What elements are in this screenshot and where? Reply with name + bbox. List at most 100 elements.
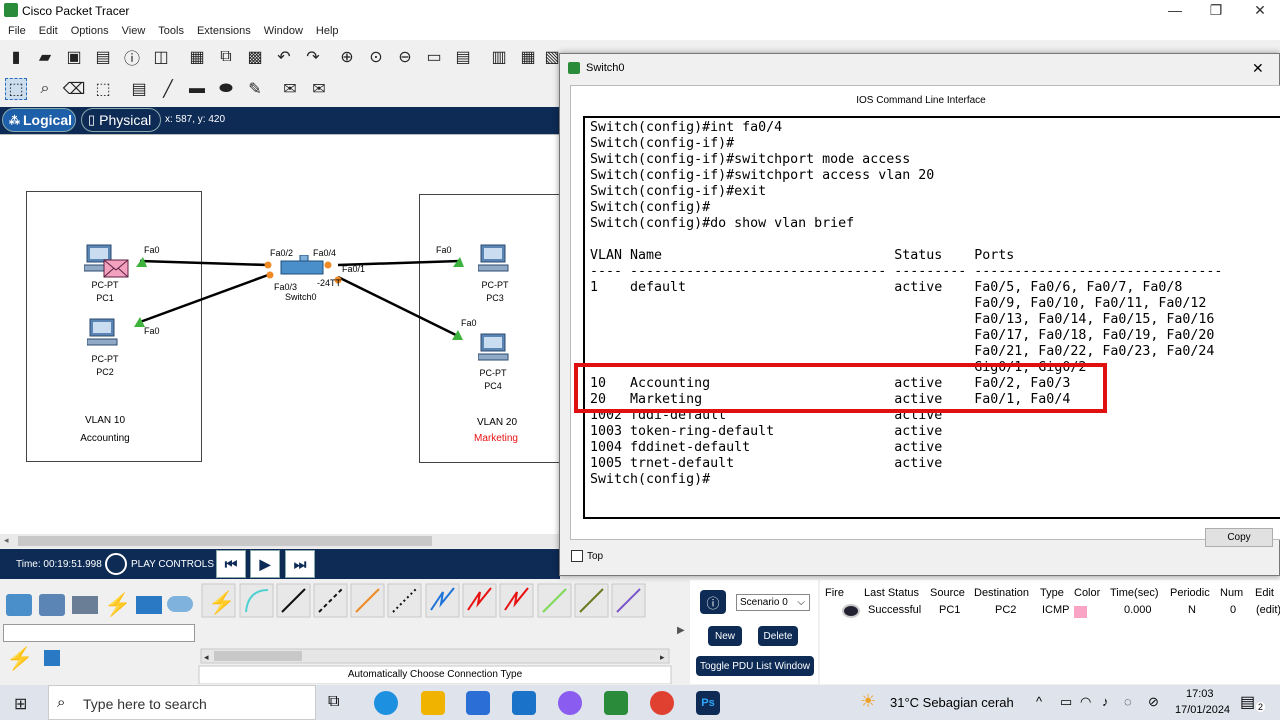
chevron-up-icon[interactable]: ^ [1036,694,1042,709]
redo-icon[interactable]: ↷ [302,46,324,68]
mail-icon[interactable] [512,691,536,715]
minimize-icon[interactable]: — [1155,2,1195,18]
windows-start-icon[interactable]: ⊞ [14,694,27,714]
weather-text[interactable]: 31°C Sebagian cerah [890,695,1014,710]
new-scenario-button[interactable]: New [708,626,742,646]
scenario-select[interactable]: Scenario 0 ⌵ [736,594,810,611]
add-complex-pdu-icon[interactable]: ✉ [308,78,330,100]
logical-mode-button[interactable]: ⁂ Logical [2,108,76,132]
pc2-computer-icon[interactable] [87,317,119,347]
connection-caption: Automatically Choose Connection Type [347,669,523,680]
draw-rectangle-icon[interactable]: ▬ [186,78,208,100]
zoom-out-icon[interactable]: ⊖ [394,46,416,68]
select-icon[interactable]: ⬚ [5,78,27,100]
menu-tools[interactable]: Tools [150,22,189,37]
info-icon[interactable]: ⓘ [121,46,143,68]
row-edit-link[interactable]: (edit) [1256,604,1280,616]
cli-console[interactable]: Switch(config)#int fa0/4 Switch(config-if… [583,116,1280,519]
close-icon[interactable]: ✕ [1252,60,1264,77]
inspect-icon[interactable]: ⌕ [34,78,56,100]
paste-icon[interactable]: ▩ [244,46,266,68]
step-back-icon[interactable]: ⏮ [216,550,246,578]
device-search-input[interactable] [3,624,195,642]
edge-browser-icon[interactable] [374,691,398,715]
pdu-icon[interactable]: ▦ [517,46,539,68]
undo-icon[interactable]: ↶ [273,46,295,68]
open-folder-icon[interactable]: ▰ [34,46,56,68]
menu-file[interactable]: File [0,22,31,37]
end-devices-icon[interactable] [39,594,65,616]
grid-subtype-icon[interactable] [44,650,60,666]
copilot-icon[interactable] [558,691,582,715]
packet-tracer-icon[interactable] [604,691,628,715]
network-off-icon[interactable]: ⊘ [1148,694,1159,710]
delete-scenario-button[interactable]: Delete [758,626,798,646]
resize-shape-icon[interactable]: ⬚ [92,78,114,100]
pc4-computer-icon[interactable] [478,332,510,362]
top-checkbox[interactable]: Top [571,550,603,562]
battery-icon[interactable]: ▭ [1060,694,1072,710]
save-icon[interactable]: ▣ [63,46,85,68]
drawing-palette-icon[interactable]: ▭ [423,46,445,68]
menu-options[interactable]: Options [63,22,114,37]
menu-help[interactable]: Help [308,22,344,37]
logical-workspace[interactable]: PC-PT PC1 Fa0 PC-PT PC2 Fa0 PC-PT PC3 Fa… [0,134,560,534]
step-forward-icon[interactable]: ⏭ [285,550,315,578]
scenario-info-icon[interactable]: ⓘ [700,590,726,614]
fire-icon[interactable] [842,604,860,618]
multiuser-icon[interactable] [167,596,193,612]
photoshop-icon[interactable]: Ps [696,691,720,715]
clock-date[interactable]: 17/01/2024 [1175,704,1230,716]
file-explorer-icon[interactable] [421,691,445,715]
freeform-icon[interactable]: ✎ [244,78,266,100]
scrollbar-thumb[interactable] [18,536,432,546]
copy-button[interactable]: Copy [1205,528,1273,547]
delete-icon[interactable]: ⌫ [63,78,86,100]
menu-edit[interactable]: Edit [31,22,63,37]
zoom-in-icon[interactable]: ⊕ [336,46,358,68]
weather-icon[interactable]: ☀ [860,691,876,712]
viewport-icon[interactable]: ▥ [488,46,510,68]
chrome-icon[interactable] [650,691,674,715]
language-icon[interactable]: ◌ [1124,694,1132,709]
checkbox-box[interactable] [571,550,583,562]
new-file-icon[interactable]: ▮ [5,46,27,68]
wifi-icon[interactable]: ◠ [1080,694,1091,710]
misc-icon[interactable] [136,596,162,614]
physical-mode-button[interactable]: ▯ Physical [81,108,161,132]
restore-icon[interactable]: ❐ [1196,2,1236,19]
connections-icon[interactable]: ⚡ [104,592,131,618]
connection-subtype-icon[interactable]: ⚡ [6,646,33,672]
panel-collapse-icon[interactable]: ▶ [677,625,685,636]
add-simple-pdu-icon[interactable]: ✉ [279,78,301,100]
switch-icon[interactable] [280,255,326,277]
toggle-pdu-list-button[interactable]: Toggle PDU List Window [696,656,814,676]
custom-devices-icon[interactable]: ▤ [452,46,474,68]
draw-ellipse-icon[interactable]: ⬬ [215,78,237,100]
task-view-icon[interactable]: ⧉ [328,693,339,711]
components-icon[interactable] [72,596,98,614]
menu-extensions[interactable]: Extensions [189,22,256,37]
activity-wizard-icon[interactable]: ▦ [186,46,208,68]
cli-line [590,232,1280,248]
menu-window[interactable]: Window [256,22,308,37]
play-icon[interactable]: ▶ [250,550,280,578]
workspace-scrollbar[interactable]: ◂ [0,534,560,548]
print-icon[interactable]: ▤ [92,46,114,68]
taskbar-search[interactable]: ⌕ Type here to search [48,685,316,720]
draw-line-icon[interactable]: ╱ [157,78,179,100]
close-icon[interactable]: ✕ [1240,2,1280,19]
zoom-reset-icon[interactable]: ⊙ [365,46,387,68]
pc3-computer-icon[interactable] [478,243,510,273]
place-note-icon[interactable]: ▤ [128,78,150,100]
network-devices-icon[interactable] [6,594,32,616]
power-cycle-icon[interactable] [105,553,127,575]
store-icon[interactable] [466,691,490,715]
menu-view[interactable]: View [114,22,151,37]
copy-icon[interactable]: ⧉ [215,46,237,68]
clock-time[interactable]: 17:03 [1186,688,1214,700]
notifications-icon[interactable]: ▤ [1240,692,1255,712]
scroll-left-icon[interactable]: ◂ [4,535,9,546]
volume-icon[interactable]: ♪ [1102,694,1109,709]
network-info-icon[interactable]: ◫ [150,46,172,68]
